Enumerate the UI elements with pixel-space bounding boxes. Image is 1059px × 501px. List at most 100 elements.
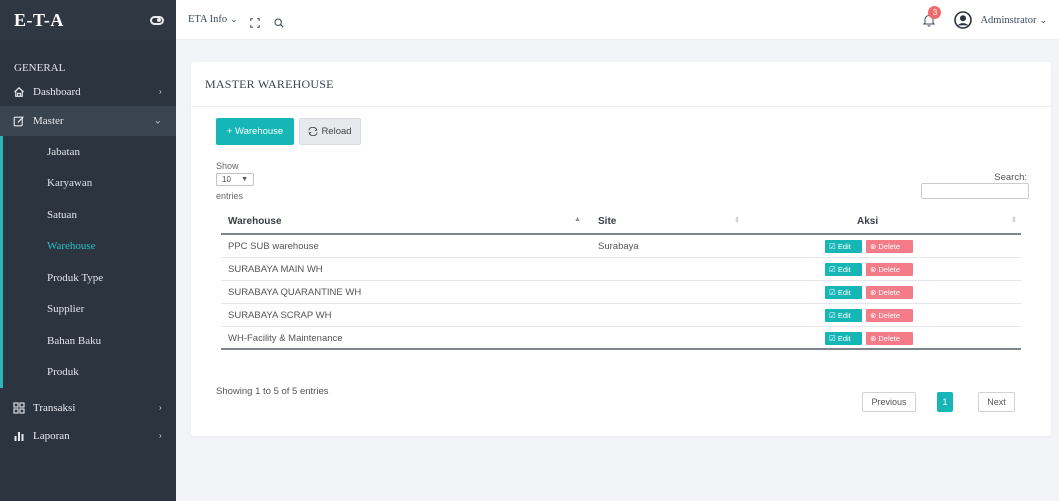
sidebar-item-laporan[interactable]: Laporan › — [0, 422, 176, 450]
edit-label: Edit — [837, 288, 851, 297]
previous-page-button[interactable]: Previous — [862, 392, 916, 412]
entries-select[interactable]: 10 ▼ — [216, 173, 254, 186]
delete-button[interactable]: ⊗ Delete — [866, 309, 913, 322]
chevron-right-icon: › — [158, 402, 162, 414]
table-row: WH-Facility & Maintenance ☑ Edit ⊗ Delet… — [221, 327, 1021, 350]
topbar-right: 3 Adminstrator ⌄ — [922, 0, 1047, 40]
sidebar-toggle-icon[interactable] — [150, 15, 164, 25]
warehouse-table: Warehouse ▲ Site ⇕ Aksi ⇕ PPC SUB wareho… — [221, 207, 1021, 350]
entries-value: 10 — [222, 175, 231, 184]
sidebar-item-satuan[interactable]: Satuan — [3, 199, 176, 231]
fullscreen-icon[interactable] — [249, 15, 260, 28]
cell-warehouse: WH-Facility & Maintenance — [228, 333, 343, 344]
edit-button[interactable]: ☑ Edit — [825, 286, 862, 299]
col-header-warehouse[interactable]: Warehouse — [228, 207, 282, 235]
dropdown-arrow-icon: ▼ — [241, 176, 248, 183]
entries-label: entries — [216, 191, 244, 201]
cell-warehouse: PPC SUB warehouse — [228, 241, 319, 252]
sidebar-item-label: Laporan — [33, 430, 70, 442]
delete-label: Delete — [878, 334, 901, 343]
delete-button[interactable]: ⊗ Delete — [866, 263, 913, 276]
sort-asc-icon: ▲ — [574, 216, 581, 223]
edit-icon — [13, 115, 25, 127]
search-icon[interactable] — [274, 15, 284, 28]
edit-button[interactable]: ☑ Edit — [825, 332, 862, 345]
cell-site: Surabaya — [598, 241, 639, 252]
cell-warehouse: SURABAYA SCRAP WH — [228, 310, 332, 321]
sidebar-item-jabatan[interactable]: Jabatan — [3, 136, 176, 168]
sidebar-item-master[interactable]: Master ⌄ — [0, 106, 176, 136]
top-bar: ETA Info ⌄ 3 Adminstrator ⌄ — [176, 0, 1059, 40]
sidebar-item-transaksi[interactable]: Transaksi › — [0, 394, 176, 422]
cell-warehouse: SURABAYA MAIN WH — [228, 264, 323, 275]
home-icon — [13, 86, 25, 98]
brand-bar: E-T-A — [0, 0, 176, 40]
table-header: Warehouse ▲ Site ⇕ Aksi ⇕ — [221, 207, 1021, 235]
sidebar-item-karyawan[interactable]: Karyawan — [3, 168, 176, 200]
delete-label: Delete — [878, 311, 901, 320]
edit-label: Edit — [837, 334, 851, 343]
sidebar-item-produk[interactable]: Produk — [3, 357, 176, 389]
col-header-site[interactable]: Site — [598, 207, 616, 235]
sidebar-item-dashboard[interactable]: Dashboard › — [0, 78, 176, 106]
chevron-down-icon: ⌄ — [230, 14, 238, 24]
delete-icon: ⊗ — [870, 288, 879, 297]
sidebar-item-supplier[interactable]: Supplier — [3, 294, 176, 326]
table-row: PPC SUB warehouse Surabaya ☑ Edit ⊗ Dele… — [221, 235, 1021, 258]
chevron-right-icon: › — [158, 86, 162, 98]
cell-warehouse: SURABAYA QUARANTINE WH — [228, 287, 362, 298]
delete-button[interactable]: ⊗ Delete — [866, 286, 913, 299]
table-row: SURABAYA MAIN WH ☑ Edit ⊗ Delete — [221, 258, 1021, 281]
page-1-button[interactable]: 1 — [937, 392, 953, 412]
delete-button[interactable]: ⊗ Delete — [866, 240, 913, 253]
add-warehouse-button[interactable]: + Warehouse — [216, 118, 294, 145]
table-row: SURABAYA QUARANTINE WH ☑ Edit ⊗ Delete — [221, 281, 1021, 304]
sidebar-item-warehouse[interactable]: Warehouse — [3, 231, 176, 263]
grid-icon — [13, 402, 25, 414]
reload-label: Reload — [321, 126, 352, 137]
sort-icon: ⇕ — [734, 217, 740, 224]
sidebar-item-label: Dashboard — [33, 86, 81, 98]
edit-label: Edit — [837, 311, 851, 320]
sidebar: E-T-A GENERAL Dashboard › Master ⌄ Jabat… — [0, 0, 176, 501]
user-avatar-icon[interactable] — [954, 11, 973, 29]
edit-icon: ☑ — [829, 311, 838, 320]
eta-info-menu[interactable]: ETA Info ⌄ — [188, 14, 238, 25]
edit-icon: ☑ — [829, 242, 838, 251]
sidebar-item-produk-type[interactable]: Produk Type — [3, 262, 176, 294]
chevron-right-icon: › — [158, 430, 162, 442]
warehouse-card: MASTER WAREHOUSE + Warehouse Reload Show… — [191, 62, 1051, 436]
col-header-aksi[interactable]: Aksi — [857, 207, 878, 235]
search-input[interactable] — [921, 183, 1029, 199]
delete-label: Delete — [878, 242, 901, 251]
chevron-down-icon: ⌄ — [153, 115, 162, 127]
page-title: MASTER WAREHOUSE — [205, 77, 334, 91]
master-submenu: Jabatan Karyawan Satuan Warehouse Produk… — [0, 136, 176, 388]
edit-icon: ☑ — [829, 288, 838, 297]
user-menu[interactable]: Adminstrator ⌄ — [980, 15, 1047, 26]
edit-label: Edit — [837, 242, 851, 251]
card-divider — [191, 106, 1051, 107]
edit-label: Edit — [837, 265, 851, 274]
delete-button[interactable]: ⊗ Delete — [866, 332, 913, 345]
delete-icon: ⊗ — [870, 242, 879, 251]
search-label: Search: — [994, 172, 1027, 183]
reload-button[interactable]: Reload — [299, 118, 361, 145]
app-logo: E-T-A — [14, 9, 64, 30]
sidebar-item-label: Transaksi — [33, 402, 76, 414]
edit-button[interactable]: ☑ Edit — [825, 309, 862, 322]
sidebar-item-bahan-baku[interactable]: Bahan Baku — [3, 325, 176, 357]
notification-badge: 3 — [928, 6, 942, 19]
section-label-general: GENERAL — [14, 62, 66, 74]
edit-icon: ☑ — [829, 334, 838, 343]
edit-button[interactable]: ☑ Edit — [825, 240, 862, 253]
delete-icon: ⊗ — [870, 334, 879, 343]
edit-button[interactable]: ☑ Edit — [825, 263, 862, 276]
eta-info-label: ETA Info — [188, 14, 228, 25]
delete-label: Delete — [878, 288, 901, 297]
next-page-button[interactable]: Next — [978, 392, 1015, 412]
sidebar-item-label: Master — [33, 115, 64, 127]
notification-bell[interactable]: 3 — [922, 6, 942, 27]
table-row: SURABAYA SCRAP WH ☑ Edit ⊗ Delete — [221, 304, 1021, 327]
edit-icon: ☑ — [829, 265, 838, 274]
